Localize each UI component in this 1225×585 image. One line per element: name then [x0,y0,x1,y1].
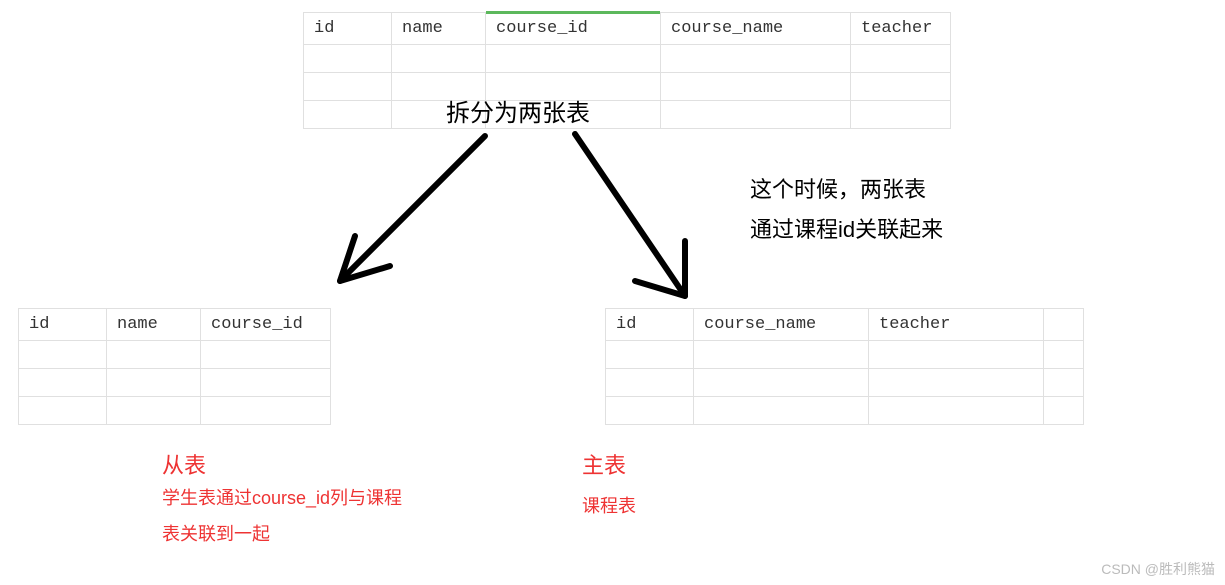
highlight-bar [486,11,660,14]
annotation-text: 这个时候，两张表 通过课程id关联起来 [750,170,943,249]
col-name: name [107,309,201,341]
col-id: id [19,309,107,341]
col-course-name: course_name [661,13,851,45]
table-header-row: id name course_id [19,309,331,341]
annotation-line2: 通过课程id关联起来 [750,210,943,250]
table-row [606,341,1084,369]
arrow-left-icon [315,126,515,306]
right-caption-title: 主表 [582,448,626,480]
table-row [606,369,1084,397]
annotation-line1: 这个时候，两张表 [750,170,943,210]
table-row [19,397,331,425]
table-row [304,101,951,129]
left-table: id name course_id [18,308,331,425]
left-caption-title: 从表 [162,448,206,480]
right-caption-desc: 课程表 [582,488,636,524]
col-teacher: teacher [869,309,1044,341]
col-extra [1044,309,1084,341]
col-name: name [392,13,486,45]
table-row [304,73,951,101]
split-label: 拆分为两张表 [446,93,590,128]
table-row [19,369,331,397]
col-id: id [304,13,392,45]
table-row [304,45,951,73]
col-course-id: course_id [201,309,331,341]
left-desc-line1: 学生表通过course_id列与课程 [162,480,402,516]
table-row [19,341,331,369]
table-header-row: id name course_id course_name teacher [304,13,951,45]
table-row [606,397,1084,425]
left-desc-line2: 表关联到一起 [162,516,402,552]
col-course-id: course_id [486,13,661,45]
col-teacher: teacher [851,13,951,45]
watermark: CSDN @胜利熊猫 [1101,559,1215,579]
arrow-right-icon [555,126,735,316]
right-table: id course_name teacher [605,308,1084,425]
top-table: id name course_id course_name teacher [303,12,951,129]
col-id: id [606,309,694,341]
table-header-row: id course_name teacher [606,309,1084,341]
left-caption-desc: 学生表通过course_id列与课程 表关联到一起 [162,480,402,552]
col-course-name: course_name [694,309,869,341]
